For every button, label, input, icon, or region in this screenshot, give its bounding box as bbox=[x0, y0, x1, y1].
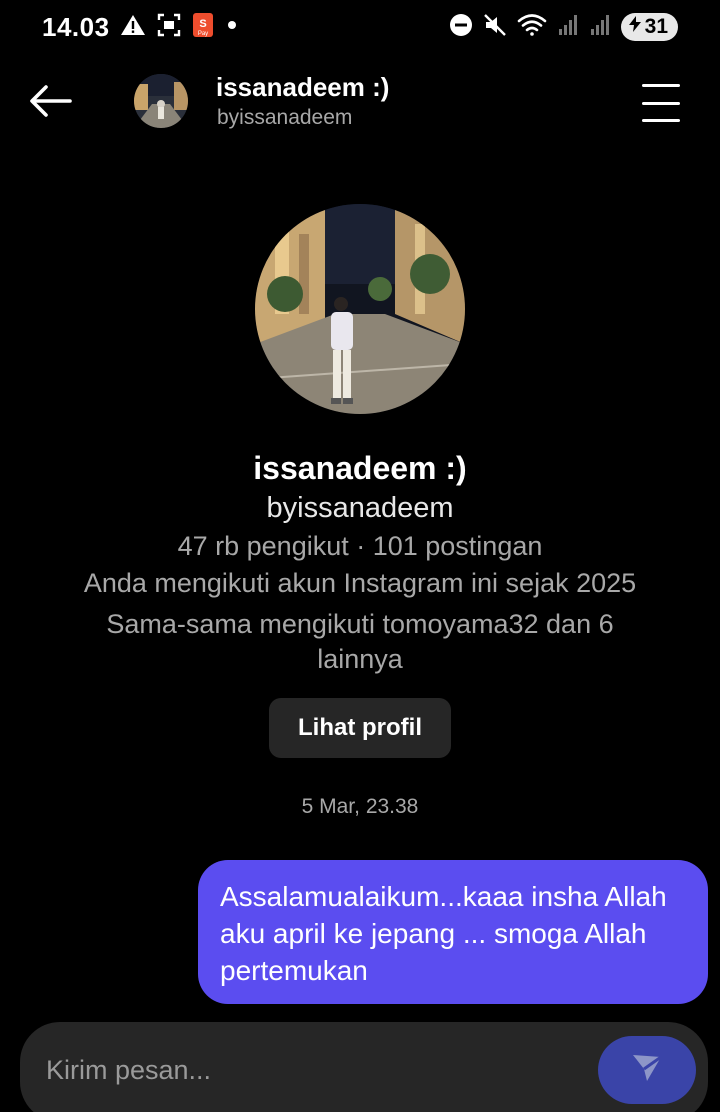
following-since: Anda mengikuti akun Instagram ini sejak … bbox=[83, 568, 637, 598]
avatar[interactable] bbox=[134, 74, 188, 128]
svg-text:S: S bbox=[199, 18, 206, 30]
profile-name: issanadeem :) bbox=[253, 450, 467, 486]
status-left-icons: S Pay bbox=[120, 12, 240, 42]
status-time: 14.03 bbox=[42, 12, 110, 42]
mutual-followers: Sama-sama mengikuti tomoyama32 dan 6 lai… bbox=[106, 609, 614, 674]
dnd-icon bbox=[449, 13, 473, 42]
dot-icon bbox=[224, 17, 240, 38]
signal-icon bbox=[557, 13, 579, 42]
battery-level: 31 bbox=[644, 15, 668, 38]
menu-line bbox=[642, 119, 680, 122]
warning-icon bbox=[120, 13, 146, 42]
shopeepay-icon: S Pay bbox=[192, 12, 214, 43]
back-button[interactable] bbox=[24, 76, 78, 130]
profile-username: byissanadeem bbox=[266, 492, 454, 524]
screenshot-icon bbox=[156, 12, 182, 43]
battery-indicator: 31 bbox=[620, 13, 678, 41]
signal-icon bbox=[589, 13, 611, 42]
profile-photo[interactable] bbox=[255, 204, 465, 414]
message-timestamp: 5 Mar, 23.38 bbox=[301, 795, 419, 818]
menu-button[interactable] bbox=[636, 80, 686, 126]
message-input[interactable] bbox=[46, 1050, 586, 1090]
status-bar: 14.03 S Pay 31 bbox=[0, 0, 720, 56]
message-bubble-sent[interactable]: Assalamualaikum...kaaa insha Allah aku a… bbox=[198, 860, 708, 1004]
menu-line bbox=[642, 84, 680, 87]
message-composer bbox=[20, 1022, 708, 1112]
header-username[interactable]: byissanadeem bbox=[217, 106, 352, 130]
header-name[interactable]: issanadeem :) bbox=[216, 72, 389, 103]
chat-header: issanadeem :) byissanadeem bbox=[0, 60, 720, 146]
menu-line bbox=[642, 101, 680, 105]
status-right-icons: 31 bbox=[449, 12, 678, 42]
svg-text:Pay: Pay bbox=[198, 31, 208, 37]
view-profile-button[interactable]: Lihat profil bbox=[269, 698, 451, 758]
wifi-icon bbox=[517, 13, 547, 42]
send-icon bbox=[630, 1052, 664, 1089]
arrow-left-icon bbox=[28, 84, 74, 123]
battery-icon bbox=[627, 15, 643, 39]
profile-stats: 47 rb pengikut · 101 postingan bbox=[177, 531, 543, 561]
send-button[interactable] bbox=[598, 1036, 696, 1104]
mute-icon bbox=[483, 13, 507, 42]
